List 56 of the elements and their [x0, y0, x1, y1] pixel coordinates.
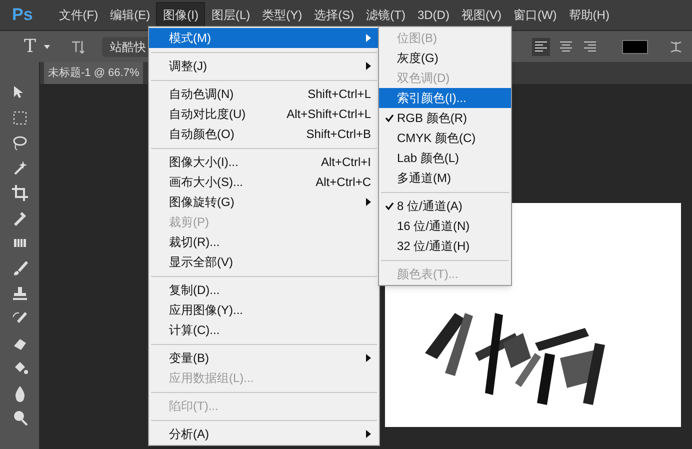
menu-item[interactable]: RGB 颜色(R) — [379, 108, 511, 128]
caret-icon[interactable] — [44, 44, 50, 48]
align-left-icon[interactable] — [532, 38, 550, 56]
menu-item[interactable]: 显示全部(V) — [149, 252, 379, 272]
menu-item[interactable]: 复制(D)... — [149, 280, 379, 300]
marquee-icon[interactable] — [10, 109, 28, 127]
menu-item[interactable]: 3D(D) — [411, 2, 456, 28]
warp-text-icon[interactable] — [668, 38, 684, 54]
menu-item[interactable]: 32 位/通道(H) — [379, 236, 511, 256]
menu-item[interactable]: 图层(L) — [205, 2, 256, 28]
menu-item[interactable]: 编辑(E) — [104, 2, 156, 28]
menu-item[interactable]: 变量(B) — [149, 348, 379, 368]
menu-item[interactable]: 画布大小(S)... Alt+Ctrl+C — [149, 172, 379, 192]
menu-item[interactable]: 帮助(H) — [562, 2, 616, 28]
submenu-arrow-icon — [366, 354, 371, 362]
check-icon — [385, 114, 394, 122]
menu-item[interactable]: 滤镜(T) — [360, 2, 412, 28]
lasso-icon[interactable] — [10, 134, 28, 152]
menu-item[interactable]: 16 位/通道(N) — [379, 216, 511, 236]
menu-item[interactable]: 图像旋转(G) — [149, 192, 379, 212]
crop-icon[interactable] — [10, 184, 28, 202]
menu-item[interactable]: 多通道(M) — [379, 168, 511, 188]
menu-item[interactable]: 自动色调(N) Shift+Ctrl+L — [149, 84, 379, 104]
menu-item[interactable]: 视图(V) — [455, 2, 508, 28]
tool-glyph[interactable]: T — [24, 33, 36, 60]
menu-item[interactable]: 调整(J) — [149, 56, 379, 76]
menu-item[interactable]: 类型(Y) — [256, 2, 308, 28]
menu-item[interactable]: CMYK 颜色(C) — [379, 128, 511, 148]
menu-item[interactable]: 分析(A) — [149, 424, 379, 444]
menu-item[interactable]: 自动颜色(O) Shift+Ctrl+B — [149, 124, 379, 144]
menu-item[interactable]: 裁切(R)... — [149, 232, 379, 252]
menu-item[interactable]: 窗口(W) — [507, 2, 563, 28]
submenu-arrow-icon — [366, 198, 371, 206]
menu-item[interactable]: Lab 颜色(L) — [379, 148, 511, 168]
menu-item[interactable]: 灰度(G) — [379, 48, 511, 68]
menu-item[interactable]: 自动对比度(U) Alt+Shift+Ctrl+L — [149, 104, 379, 124]
menu-item[interactable]: 图像(I) — [156, 2, 206, 28]
submenu-arrow-icon — [366, 34, 371, 42]
stamp-icon[interactable] — [10, 284, 28, 302]
menu-item[interactable]: 计算(C)... — [149, 320, 379, 340]
menu-item[interactable]: 索引颜色(I)... — [379, 88, 511, 108]
menu-item[interactable]: 图像大小(I)... Alt+Ctrl+I — [149, 152, 379, 172]
app-logo: Ps — [12, 4, 33, 26]
document-tab[interactable]: 未标题-1 @ 66.7% — [44, 62, 144, 84]
submenu-arrow-icon — [366, 62, 371, 70]
menu-item[interactable]: 应用图像(Y)... — [149, 300, 379, 320]
menu-item[interactable]: 文件(F) — [52, 2, 104, 28]
color-swatch[interactable] — [622, 40, 648, 54]
align-center-icon[interactable] — [558, 38, 574, 54]
submenu-arrow-icon — [366, 430, 371, 438]
text-orientation-icon[interactable] — [70, 38, 86, 54]
menu-item[interactable]: 模式(M) — [149, 28, 379, 48]
align-right-icon[interactable] — [582, 38, 598, 54]
menu-item[interactable]: 选择(S) — [308, 2, 360, 28]
menu-item[interactable]: 8 位/通道(A) — [379, 196, 511, 216]
check-icon — [385, 202, 394, 210]
